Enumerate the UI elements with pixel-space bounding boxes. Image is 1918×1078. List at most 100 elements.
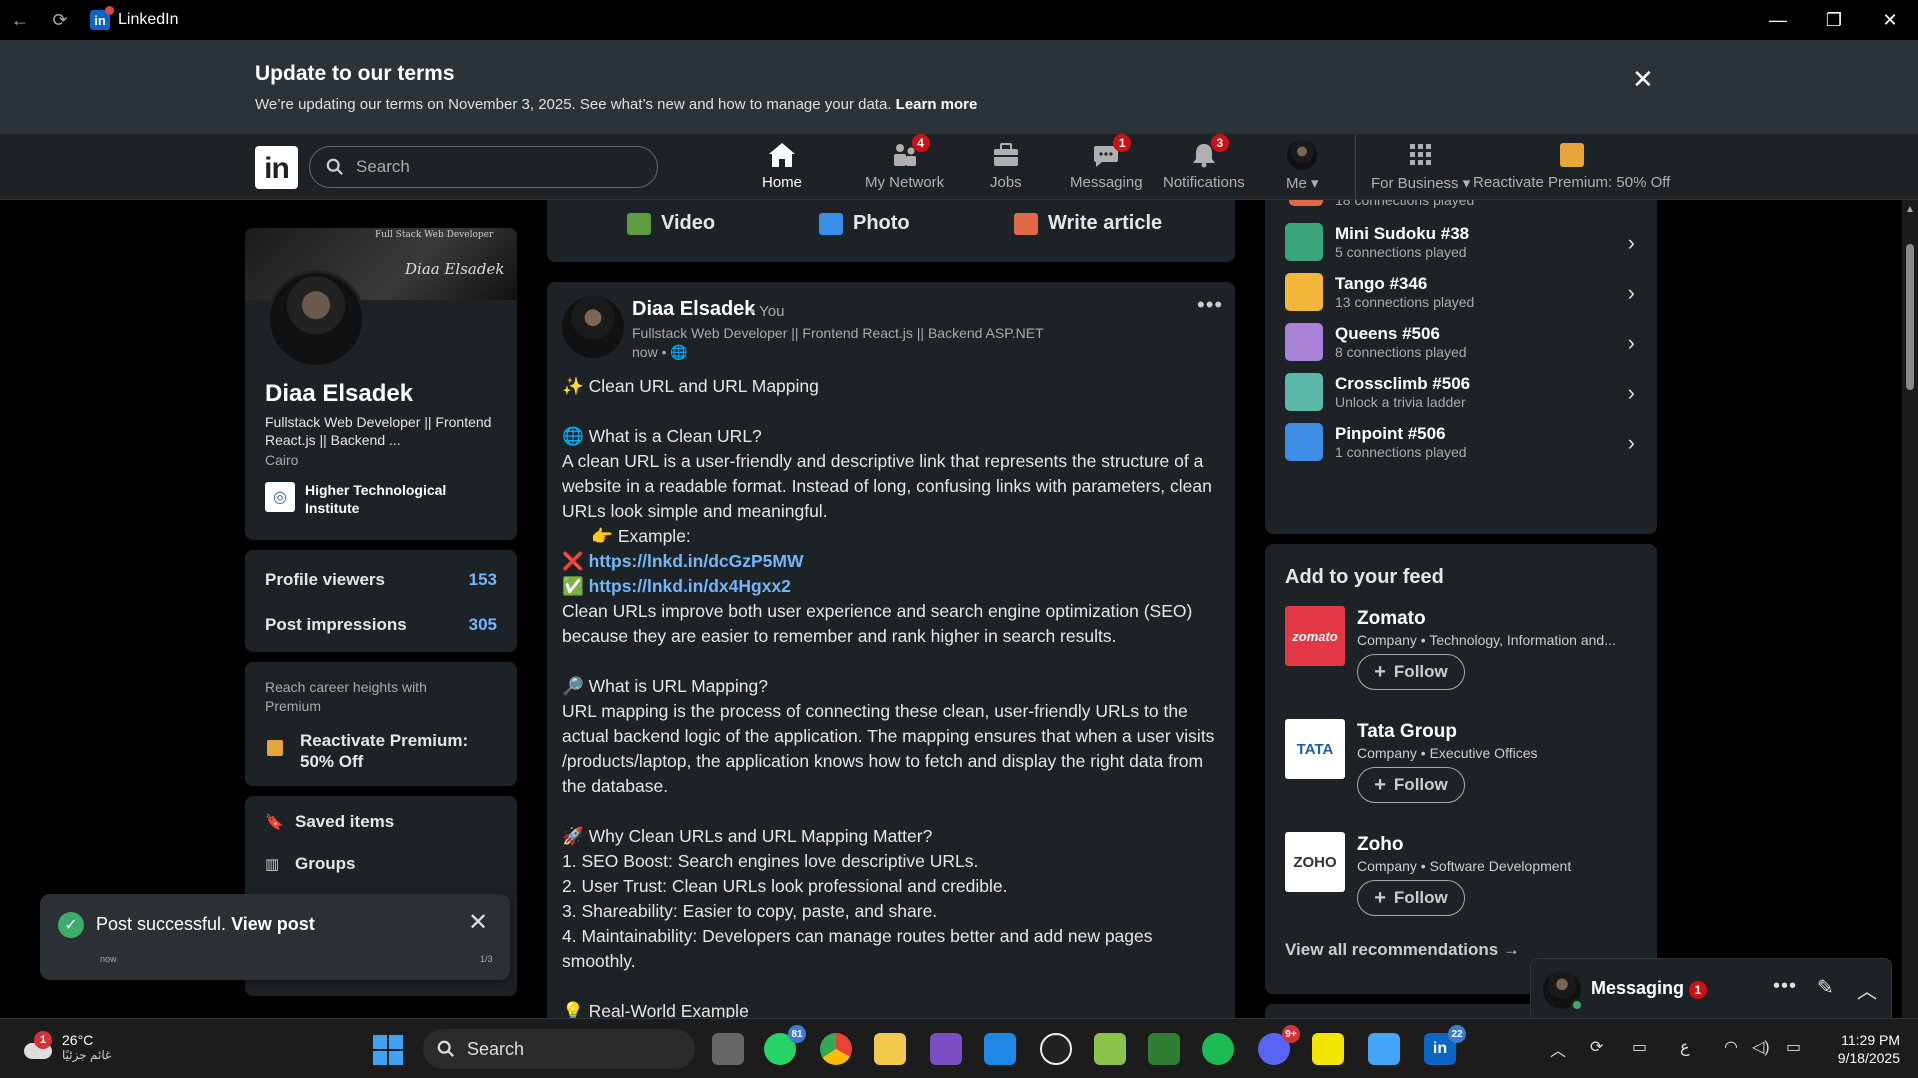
nav-jobs-label: Jobs <box>990 174 1022 191</box>
language-indicator[interactable]: ع <box>1680 1037 1690 1057</box>
weather-widget[interactable]: 1 26°C غائم جزئيًا <box>22 1031 111 1063</box>
volume-icon[interactable]: ◁) <box>1752 1037 1770 1057</box>
page-scrollbar[interactable]: ▲ <box>1902 200 1918 1018</box>
search-input[interactable] <box>356 157 636 177</box>
add-to-feed-title: Add to your feed <box>1285 566 1444 588</box>
media-player-icon[interactable] <box>1312 1033 1344 1065</box>
sync-icon[interactable]: ⟳ <box>1590 1037 1603 1057</box>
company-logo[interactable]: TATA <box>1285 719 1345 779</box>
compose-message-icon[interactable]: ✎ <box>1817 975 1834 1000</box>
messaging-more-icon[interactable]: ••• <box>1773 975 1797 998</box>
linkedin-taskbar-icon[interactable]: in 22 <box>1424 1025 1466 1065</box>
messaging-dock[interactable]: Messaging 1 ••• ✎ ︿ <box>1530 958 1892 1020</box>
discord-icon[interactable]: 9+ <box>1258 1025 1300 1065</box>
post-line <box>562 974 1222 999</box>
post-impressions-row[interactable]: Post impressions 305 <box>265 615 497 635</box>
game-item[interactable]: Crossclimb #506 Unlock a trivia ladder › <box>1285 366 1635 418</box>
nav-jobs[interactable]: Jobs <box>990 140 1022 198</box>
nav-home[interactable]: Home <box>762 140 803 206</box>
post-author-name[interactable]: Diaa Elsadek <box>632 298 755 321</box>
post-line: 4. Maintainability: Developers can manag… <box>562 926 1153 946</box>
company-logo[interactable]: zomato <box>1285 606 1345 666</box>
toast-close-button[interactable]: ✕ <box>468 908 488 937</box>
chevron-right-icon: › <box>1627 230 1635 255</box>
share-photo-button[interactable]: Photo <box>819 212 910 235</box>
chevron-up-icon[interactable]: ︿ <box>1550 1037 1566 1061</box>
learn-more-link[interactable]: Learn more <box>896 96 978 113</box>
minimize-button[interactable]: — <box>1750 0 1806 40</box>
vscode-icon[interactable] <box>984 1033 1016 1065</box>
post-line: 👉 Example: <box>562 526 691 546</box>
file-explorer-icon[interactable] <box>874 1033 906 1065</box>
post-line: A clean URL is a user-friendly and descr… <box>562 451 1204 471</box>
photos-icon[interactable] <box>1368 1033 1400 1065</box>
profile-name[interactable]: Diaa Elsadek <box>265 380 413 408</box>
nav-messaging[interactable]: 1 Messaging <box>1070 134 1143 198</box>
chrome-icon[interactable] <box>820 1033 852 1065</box>
wifi-icon[interactable]: ◠ <box>1724 1037 1738 1057</box>
paint-tool-icon[interactable] <box>1094 1033 1126 1065</box>
company-name[interactable]: Zomato <box>1357 608 1426 630</box>
github-icon[interactable] <box>1040 1033 1072 1065</box>
display-icon[interactable]: ▭ <box>1632 1037 1647 1057</box>
post-author-headline: Fullstack Web Developer || Frontend Reac… <box>632 325 1044 341</box>
post-impressions-count: 305 <box>468 615 497 634</box>
nav-me[interactable]: Me ▾ <box>1286 140 1319 198</box>
nav-notifications[interactable]: 3 Notifications <box>1163 134 1245 198</box>
company-name[interactable]: Tata Group <box>1357 721 1457 743</box>
post-link[interactable]: https://lnkd.in/dcGzP5MW <box>589 551 804 571</box>
nav-for-business[interactable]: For Business ▾ <box>1371 140 1470 198</box>
nav-reactivate-premium[interactable]: Reactivate Premium: 50% Off <box>1473 140 1670 198</box>
visual-studio-icon[interactable] <box>930 1033 962 1065</box>
scrollbar-thumb[interactable] <box>1906 244 1914 390</box>
search-box[interactable] <box>309 146 658 188</box>
game-item[interactable]: Queens #506 8 connections played › <box>1285 316 1635 368</box>
spotify-icon[interactable] <box>1202 1033 1234 1065</box>
banner-close-button[interactable]: ✕ <box>1632 64 1654 95</box>
share-video-button[interactable]: Video <box>627 212 715 235</box>
restore-button[interactable]: ❐ <box>1806 0 1862 40</box>
taskbar-clock[interactable]: 11:29 PM 9/18/2025 <box>1820 1031 1900 1067</box>
write-article-button[interactable]: Write article <box>1014 212 1162 235</box>
photo-icon <box>819 212 843 235</box>
profile-viewers-row[interactable]: Profile viewers 153 <box>265 570 497 590</box>
post-link[interactable]: https://lnkd.in/dx4Hgxx2 <box>589 576 791 596</box>
game-item[interactable]: Mini Sudoku #38 5 connections played › <box>1285 216 1635 268</box>
follow-button[interactable]: + Follow <box>1357 880 1465 916</box>
view-post-link[interactable]: View post <box>231 914 315 934</box>
profile-card[interactable]: Full Stack Web Developer Diaa Elsadek Di… <box>245 228 517 540</box>
back-arrow-icon[interactable]: ← <box>0 0 40 40</box>
follow-button[interactable]: + Follow <box>1357 654 1465 690</box>
school-name[interactable]: Higher Technological Institute <box>305 481 495 517</box>
search-icon <box>326 158 343 175</box>
article-icon <box>1014 212 1038 235</box>
post-more-options-button[interactable]: ••• <box>1197 292 1223 318</box>
saved-items-link[interactable]: 🔖 Saved items <box>265 812 394 832</box>
post-line: 🌐 What is a Clean URL? <box>562 426 762 446</box>
follow-button[interactable]: + Follow <box>1357 767 1465 803</box>
view-all-recommendations-link[interactable]: View all recommendations → <box>1285 940 1520 960</box>
close-window-button[interactable]: ✕ <box>1862 0 1918 40</box>
task-view-icon[interactable] <box>712 1033 744 1065</box>
weather-badge: 1 <box>34 1031 52 1049</box>
reload-icon[interactable]: ⟳ <box>40 0 80 40</box>
nav-my-network[interactable]: 4 My Network <box>865 134 944 198</box>
profile-avatar[interactable] <box>267 270 365 368</box>
company-subtitle: Company • Software Development <box>1357 858 1572 874</box>
whatsapp-icon[interactable]: 81 <box>764 1025 806 1065</box>
groups-link[interactable]: ▥ Groups <box>265 854 355 874</box>
company-name[interactable]: Zoho <box>1357 834 1403 856</box>
scroll-up-arrow-icon[interactable]: ▲ <box>1905 204 1915 215</box>
game-item[interactable]: Tango #346 13 connections played › <box>1285 266 1635 318</box>
post-author-avatar[interactable] <box>562 296 624 358</box>
company-logo[interactable]: ZOHO <box>1285 832 1345 892</box>
chevron-up-icon[interactable]: ︿ <box>1857 975 1877 1004</box>
write-article-label: Write article <box>1048 212 1163 234</box>
linkedin-logo[interactable]: in <box>255 146 298 189</box>
windows-start-icon[interactable] <box>373 1035 403 1065</box>
game-item[interactable]: Pinpoint #506 1 connections played › <box>1285 416 1635 468</box>
battery-icon[interactable]: ▭ <box>1786 1037 1801 1057</box>
reactivate-premium-link[interactable]: Reactivate Premium: 50% Off <box>300 730 500 772</box>
terminal-icon[interactable] <box>1148 1033 1180 1065</box>
taskbar-search[interactable]: Search <box>423 1029 695 1069</box>
